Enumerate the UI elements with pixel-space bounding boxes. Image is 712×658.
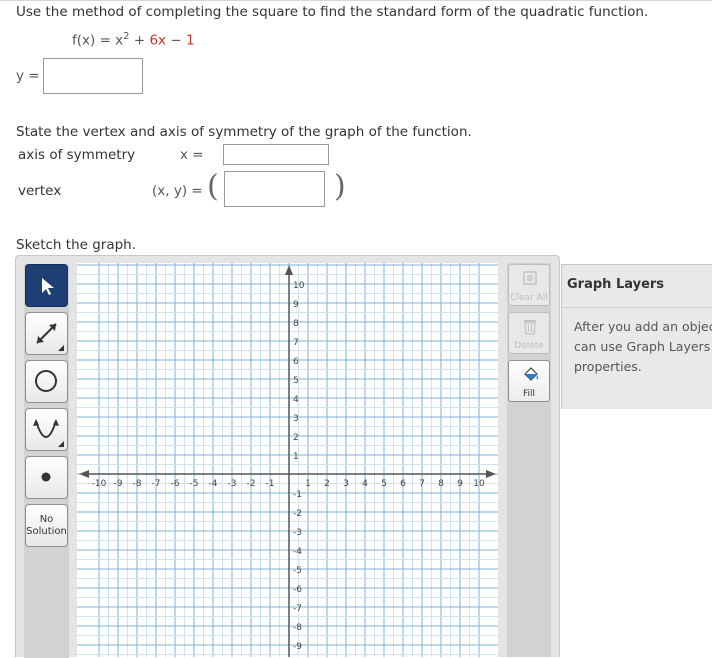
no-solution-line1: No	[39, 513, 54, 525]
x-tick-label: 2	[324, 479, 330, 489]
y-tick-label: -6	[293, 585, 302, 595]
x-tick-label: -9	[114, 479, 123, 489]
pointer-tool-button[interactable]	[25, 264, 68, 307]
vertex-label: vertex	[18, 183, 62, 199]
point-icon	[41, 472, 51, 482]
y-tick-label: 10	[293, 281, 305, 291]
y-tick-label: 7	[293, 338, 299, 348]
x-tick-label: -3	[228, 479, 237, 489]
delete-button[interactable]: Delete	[508, 312, 550, 354]
vertex-input[interactable]	[224, 171, 325, 207]
x-tick-label: 8	[438, 479, 444, 489]
x-tick-label: -8	[133, 479, 142, 489]
graph-layers-title: Graph Layers	[567, 277, 665, 292]
arrow-pointer-icon	[42, 278, 54, 295]
submenu-corner-icon	[58, 345, 64, 351]
x-tick-label: -4	[209, 479, 218, 489]
close-paren: )	[334, 169, 346, 204]
delete-label: Delete	[514, 341, 544, 351]
line-tool-button[interactable]	[25, 312, 68, 355]
function-minus: −	[166, 32, 186, 49]
graph-layers-panel: Graph Layers After you add an object t c…	[561, 264, 712, 409]
x-tick-label: -1	[266, 479, 275, 489]
x-tick-label: -6	[171, 479, 180, 489]
y-tick-label: 5	[293, 376, 299, 386]
x-tick-label: 4	[362, 479, 368, 489]
clear-all-button[interactable]: Clear All	[508, 264, 550, 306]
vertex-eq-label: (x, y) =	[152, 183, 203, 199]
no-solution-button[interactable]: No Solution	[25, 504, 68, 547]
y-tick-label: -4	[293, 547, 302, 557]
y-tick-label: 2	[293, 433, 299, 443]
vertex-prompt: State the vertex and axis of symmetry of…	[16, 124, 472, 140]
y-tick-label: -9	[293, 642, 302, 652]
y-label: y =	[16, 68, 40, 84]
function-term-c: 1	[185, 32, 195, 49]
y-tick-label: -2	[293, 509, 302, 519]
no-solution-line2: Solution	[26, 525, 67, 537]
question-prompt: Use the method of completing the square …	[16, 4, 649, 20]
y-tick-label: -7	[293, 604, 302, 614]
x-tick-label: 7	[419, 479, 425, 489]
x-tick-label: 3	[343, 479, 349, 489]
paint-bucket-icon	[524, 367, 539, 381]
x-tick-label: -10	[92, 479, 107, 489]
x-tick-label: 1	[305, 479, 311, 489]
graph-layers-line1: After you add an object t	[574, 319, 712, 334]
standard-form-input[interactable]	[43, 58, 143, 94]
y-tick-label: -5	[293, 566, 302, 576]
sketch-prompt: Sketch the graph.	[16, 237, 137, 253]
x-tick-label: 5	[381, 479, 387, 489]
submenu-corner-icon	[58, 441, 64, 447]
coordinate-graph[interactable]: -10 -9 -8 -7 -6 -5 -4 -3 -2 -1 1 2 3 4 5 6 7 8 9 10-9-8-7-6…	[77, 263, 498, 657]
y-tick-label: 9	[293, 300, 299, 310]
y-tick-label: 8	[293, 319, 299, 329]
axis-of-symmetry-label: axis of symmetry	[18, 147, 136, 163]
y-tick-label: -8	[293, 623, 302, 633]
function-expression: f(x) = x2 + 6x − 1	[72, 31, 195, 49]
y-tick-label: 3	[293, 414, 299, 424]
function-term-b: 6x	[149, 32, 167, 49]
parabola-tool-button[interactable]	[25, 408, 68, 451]
trash-icon	[524, 320, 536, 335]
clear-all-icon	[523, 271, 537, 285]
x-tick-label: 9	[457, 479, 463, 489]
x-tick-label: -2	[247, 479, 256, 489]
graph-layers-divider	[562, 307, 712, 308]
clear-all-label: Clear All	[510, 293, 548, 303]
axis-eq-label: x =	[180, 147, 204, 163]
x-tick-label: -7	[152, 479, 161, 489]
x-tick-label: -5	[190, 479, 199, 489]
y-tick-label: 4	[293, 395, 299, 405]
y-tick-label: 1	[293, 452, 299, 462]
point-tool-button[interactable]	[25, 456, 68, 499]
top-border	[0, 0, 712, 1]
function-lhs: f(x) = x	[72, 32, 124, 49]
fill-label: Fill	[522, 389, 536, 399]
x-tick-label: 10	[473, 479, 485, 489]
graph-layers-help: After you add an object t can use Graph …	[574, 317, 712, 377]
function-plus: +	[129, 32, 150, 49]
open-paren: (	[207, 169, 219, 204]
circle-tool-button[interactable]	[25, 360, 68, 403]
x-tick-label: 6	[400, 479, 406, 489]
y-tick-label: -3	[293, 528, 302, 538]
graph-layers-line3: properties.	[574, 359, 642, 374]
y-tick-label: -1	[293, 490, 302, 500]
circle-icon	[35, 370, 57, 392]
fill-button[interactable]: Fill	[508, 360, 550, 402]
y-tick-label: 6	[293, 357, 299, 367]
axis-of-symmetry-input[interactable]	[223, 144, 329, 165]
graph-layers-line2: can use Graph Layers to	[574, 339, 712, 354]
